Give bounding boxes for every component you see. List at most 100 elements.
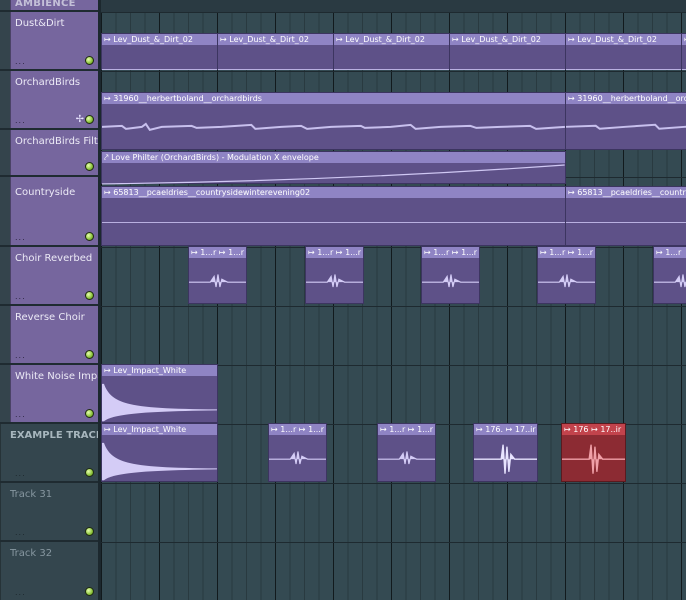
- clip[interactable]: ↦ 65813__pcaeldries__countrysidewinterev…: [565, 186, 686, 246]
- track-ambience[interactable]: AMBIENCE: [0, 0, 98, 12]
- clip[interactable]: ↦ 1...r ↦ 1...r: [421, 246, 480, 304]
- clip[interactable]: ↦ 1...r ↦ 1...r: [305, 246, 364, 304]
- playlist-grid[interactable]: ↦ Lev_Dust_&_Dirt_02 ↦ Lev_Dust_&_Dirt_0…: [101, 0, 686, 600]
- track-led[interactable]: [85, 587, 94, 596]
- clip[interactable]: ↦ 1...r ↦ 1...r: [377, 423, 436, 482]
- waveform: [654, 274, 686, 288]
- clip-header: ↦ 1...r ↦ 1...r: [189, 247, 246, 258]
- track-dust-dirt[interactable]: Dust&Dirt ...: [0, 12, 98, 71]
- track-led[interactable]: [85, 56, 94, 65]
- clip[interactable]: ↦ 1...r ↦ 1...r: [188, 246, 247, 304]
- clip-header: ↦ Lev_Dust_&_Dirt_02: [566, 34, 681, 45]
- clip-label: 1...r: [317, 248, 334, 257]
- clip-header: ↦ 1...r ↦ 1...r: [538, 247, 595, 258]
- track-example[interactable]: EXAMPLE TRACK ...: [0, 424, 104, 483]
- clip-label: 65813__pcaeldries__countrysidewintereven…: [577, 188, 686, 197]
- track-dots: ...: [15, 469, 26, 478]
- waveform: [269, 451, 326, 465]
- clip-label: 1...r: [417, 425, 434, 434]
- track-led[interactable]: [85, 468, 94, 477]
- track-31[interactable]: Track 31 ...: [0, 483, 98, 542]
- clip[interactable]: ↦ Lev_Impact_White: [101, 364, 218, 423]
- track-name: Reverse Choir: [15, 312, 85, 323]
- clip[interactable]: ↦ Lev_Dust_&_Dirt_02: [681, 33, 686, 70]
- track-body: OrchardBirds ✢ ...: [10, 71, 98, 128]
- clip-label: 1...r: [280, 425, 297, 434]
- clip-header: ↦ 31960__herbertboland__orchardbirds: [566, 93, 686, 104]
- clip-body: [538, 258, 595, 303]
- clip[interactable]: ↦ Lev_Dust_&_Dirt_02: [565, 33, 682, 70]
- lane-track-32: [101, 542, 686, 600]
- clip[interactable]: ↦ Lev_Dust_&_Dirt_02: [449, 33, 566, 70]
- clip-header: ↦ 1...r ↦ 1...r: [378, 424, 435, 435]
- track-body: Choir Reverbed ...: [10, 247, 98, 304]
- clip[interactable]: ↦ Lev_Impact_White: [101, 423, 218, 482]
- clip-body: [218, 45, 333, 70]
- clip[interactable]: ↦ 65813__pcaeldries__countrysidewinterev…: [101, 186, 566, 246]
- track-ambience-body: AMBIENCE: [10, 0, 98, 10]
- waveform: [538, 274, 595, 288]
- clip-label: Lev_Dust_&_Dirt_02: [461, 35, 541, 44]
- track-name: AMBIENCE: [15, 0, 76, 9]
- clip[interactable]: ↦ 1...r: [653, 246, 686, 304]
- clip[interactable]: ↦ 1...r ↦ 1...r: [537, 246, 596, 304]
- clip-label: Love Philter (OrchardBirds) - Modulation…: [111, 153, 319, 162]
- track-led[interactable]: [85, 527, 94, 536]
- clip[interactable]: ↦ 176. ↦ 17..ir: [473, 423, 538, 482]
- clip-body: [102, 376, 217, 422]
- waveform: [474, 444, 537, 474]
- lane-track-31: [101, 483, 686, 543]
- clip-header: ↦ 176. ↦ 17..ir: [474, 424, 537, 435]
- clip-label: 1...r: [228, 248, 245, 257]
- clip-body: [422, 258, 479, 303]
- clip[interactable]: ↦ Lev_Dust_&_Dirt_02: [101, 33, 218, 70]
- track-body: EXAMPLE TRACK ...: [0, 424, 104, 481]
- clip-body: [102, 45, 217, 70]
- track-dots: ...: [15, 233, 26, 242]
- track-32[interactable]: Track 32 ...: [0, 542, 98, 600]
- track-led[interactable]: [85, 291, 94, 300]
- track-reverse-choir[interactable]: Reverse Choir ...: [0, 306, 98, 365]
- track-name: Dust&Dirt: [15, 18, 65, 29]
- clip-body: [450, 45, 565, 70]
- clip-body: [682, 45, 686, 70]
- selected-clip[interactable]: ↦ 176 ↦ 17..ir: [561, 423, 626, 482]
- clip-body: [189, 258, 246, 303]
- clip-label: 1...r: [461, 248, 478, 257]
- track-orchard-birds[interactable]: OrchardBirds ✢ ...: [0, 71, 98, 130]
- clip[interactable]: ↦ Lev_Dust_&_Dirt_02: [333, 33, 450, 70]
- track-led[interactable]: [85, 350, 94, 359]
- track-dots: ...: [15, 292, 26, 301]
- track-led[interactable]: [85, 115, 94, 124]
- clip-label: 31960__herbertboland__orchardbirds: [113, 94, 262, 103]
- clip-label: Lev_Impact_White: [113, 366, 187, 375]
- clip-body: [562, 435, 625, 481]
- track-choir-reverbed[interactable]: Choir Reverbed ...: [0, 247, 98, 306]
- clip-header: ⤤ Love Philter (OrchardBirds) - Modulati…: [102, 152, 565, 163]
- track-header-panel: AMBIENCE Dust&Dirt ... OrchardBirds ✢ ..…: [0, 0, 113, 600]
- track-countryside[interactable]: Countryside ...: [0, 177, 98, 247]
- track-led[interactable]: [85, 409, 94, 418]
- clip-label: 17..ir: [514, 425, 536, 434]
- track-led[interactable]: [85, 162, 94, 171]
- clip[interactable]: ↦ 1...r ↦ 1...r: [268, 423, 327, 482]
- clip-header: ↦ Lev_Dust_&_Dirt_02: [682, 34, 686, 45]
- clip-header: ↦ Lev_Dust_&_Dirt_02: [218, 34, 333, 45]
- clip-body: [334, 45, 449, 70]
- clip-header: ↦ Lev_Dust_&_Dirt_02: [102, 34, 217, 45]
- track-dots: ...: [15, 410, 26, 419]
- clip-body: [378, 435, 435, 481]
- waveform: [562, 444, 625, 474]
- clip-header: ↦ Lev_Dust_&_Dirt_02: [334, 34, 449, 45]
- clip-label: 1...r: [433, 248, 450, 257]
- track-body: White Noise Impact ...: [10, 365, 113, 422]
- track-led[interactable]: [85, 232, 94, 241]
- clip-body: [102, 435, 217, 481]
- clip-label: 176: [573, 425, 589, 434]
- track-white-noise-impact[interactable]: White Noise Impact ...: [0, 365, 113, 424]
- clip[interactable]: ↦ Lev_Dust_&_Dirt_02: [217, 33, 334, 70]
- clip-label: 1...r: [308, 425, 325, 434]
- track-name: EXAMPLE TRACK: [10, 430, 104, 441]
- track-orchard-birds-filter[interactable]: OrchardBirds Filter: [0, 130, 108, 177]
- clip-label: Lev_Dust_&_Dirt_02: [345, 35, 425, 44]
